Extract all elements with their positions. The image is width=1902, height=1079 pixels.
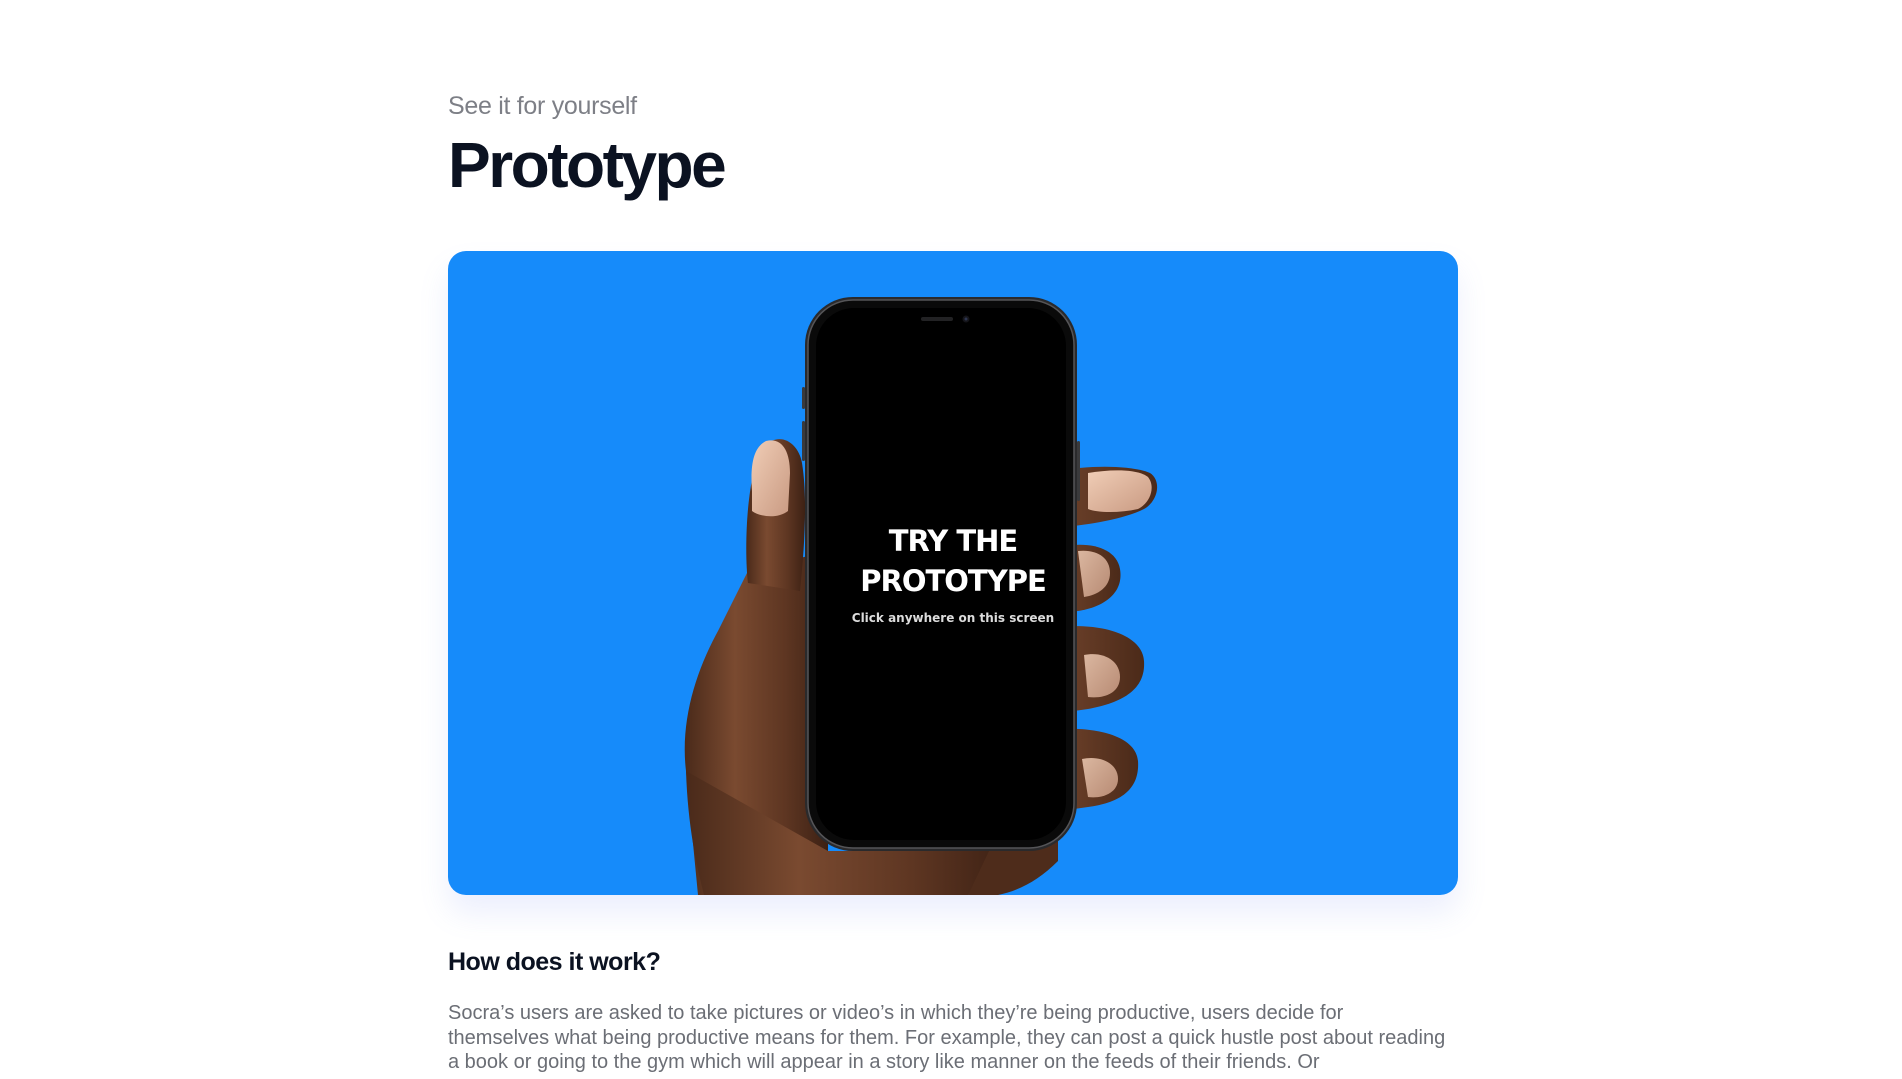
page-title: Prototype (448, 129, 727, 201)
phone-screen-cta[interactable]: TRY THE PROTOTYPE Click anywhere on this… (843, 521, 1063, 625)
section-eyebrow: See it for yourself (448, 92, 637, 120)
how-it-works-body: Socra’s users are asked to take pictures… (448, 1002, 1446, 1073)
try-prototype-title: TRY THE PROTOTYPE (860, 524, 1047, 598)
try-prototype-hint: Click anywhere on this screen (851, 611, 1055, 625)
how-it-works-heading: How does it work? (448, 948, 661, 976)
prototype-hero-card[interactable]: TRY THE PROTOTYPE Click anywhere on this… (448, 251, 1458, 895)
